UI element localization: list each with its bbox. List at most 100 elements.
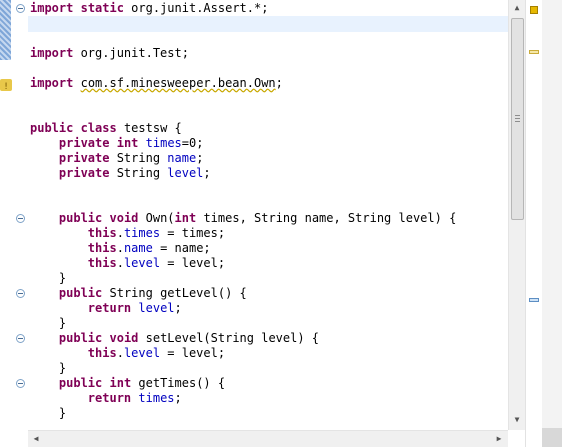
window-corner [542,428,562,447]
scroll-left-icon[interactable]: ◀ [28,431,44,447]
panel-sash [0,0,11,60]
keyword-token: this [87,346,117,360]
keyword-token: import [30,76,74,90]
code-line[interactable]: } [30,316,66,331]
code-line[interactable]: import com.sf.minesweeper.bean.Own; [30,76,283,91]
code-line[interactable]: public void setLevel(String level) { [30,331,319,346]
code-token: . [116,226,124,240]
code-line[interactable]: } [30,406,66,421]
code-editor[interactable]: import static org.junit.Assert.*; import … [28,0,508,430]
code-line[interactable]: private String level; [30,166,211,181]
window-edge [542,0,562,447]
code-token: String [109,166,168,180]
scroll-right-icon[interactable]: ▶ [491,431,507,447]
keyword-token: public [58,331,103,345]
code-token: String [109,151,168,165]
code-line[interactable]: public void Own(int times, String name, … [30,211,456,226]
code-token: String getLevel() { [102,286,247,300]
keyword-token: private [58,151,110,165]
keyword-token: public [58,211,103,225]
code-token: times, String name, String level) { [196,211,457,225]
code-token: ; [196,151,204,165]
scroll-up-icon[interactable]: ▲ [509,0,525,16]
code-line[interactable]: private String name; [30,151,204,166]
fold-toggle-icon[interactable] [16,334,25,343]
code-line[interactable]: private int times=0; [30,136,204,151]
code-token: = level; [160,256,226,270]
code-line[interactable]: return level; [30,301,182,316]
keyword-token: public [58,286,103,300]
code-line[interactable]: public int getTimes() { [30,376,225,391]
occurrence-marker[interactable] [529,298,539,302]
warning-marker[interactable] [529,50,539,54]
keyword-token: void [109,331,139,345]
code-token: = level; [160,346,226,360]
keyword-token: import [30,46,74,60]
current-line-highlight [28,16,508,32]
code-line[interactable]: this.level = level; [30,256,225,271]
code-token: getTimes() { [131,376,226,390]
code-line[interactable]: this.level = level; [30,346,225,361]
field-token: times [138,391,175,405]
field-token: level [167,166,204,180]
overview-ruler[interactable] [525,0,542,447]
code-token: } [30,361,67,375]
code-line[interactable]: import org.junit.Test; [30,46,189,61]
code-line[interactable]: return times; [30,391,182,406]
code-line[interactable]: this.times = times; [30,226,225,241]
keyword-token: return [87,391,132,405]
scrollbar-thumb[interactable] [511,18,524,220]
code-line[interactable]: } [30,361,66,376]
field-token: level [123,346,161,360]
warning-summary-icon[interactable] [530,6,538,14]
keyword-token: public [58,376,103,390]
code-token: } [30,316,67,330]
keyword-token: public [30,121,74,135]
keyword-token: this [87,241,117,255]
code-token: } [30,406,67,420]
field-token: level [123,256,161,270]
keyword-token: private [58,136,110,150]
code-line[interactable]: } [30,271,66,286]
code-token: . [116,241,124,255]
code-token: ; [174,391,182,405]
code-line[interactable]: public String getLevel() { [30,286,247,301]
fold-toggle-icon[interactable] [16,289,25,298]
code-line[interactable]: public class testsw { [30,121,182,136]
code-token: = name; [152,241,211,255]
fold-toggle-icon[interactable] [16,214,25,223]
field-token: name [167,151,197,165]
field-token: times [123,226,161,240]
svg-text:!: ! [4,82,8,91]
vertical-scrollbar[interactable]: ▲ ▼ [508,0,525,430]
fold-toggle-icon[interactable] [16,4,25,13]
scroll-down-icon[interactable]: ▼ [509,412,525,428]
field-token: level [138,301,175,315]
keyword-token: this [87,226,117,240]
code-token: =0; [181,136,204,150]
keyword-token: return [87,301,132,315]
code-token: Own( [138,211,175,225]
code-line[interactable]: import static org.junit.Assert.*; [30,1,268,16]
horizontal-scrollbar[interactable]: ◀ ▶ [28,430,508,447]
keyword-token: static [80,1,124,15]
field-token: times [145,136,182,150]
warning-token: com.sf.minesweeper.bean.Own [80,76,276,90]
fold-toggle-icon[interactable] [16,379,25,388]
code-line[interactable]: this.name = name; [30,241,211,256]
